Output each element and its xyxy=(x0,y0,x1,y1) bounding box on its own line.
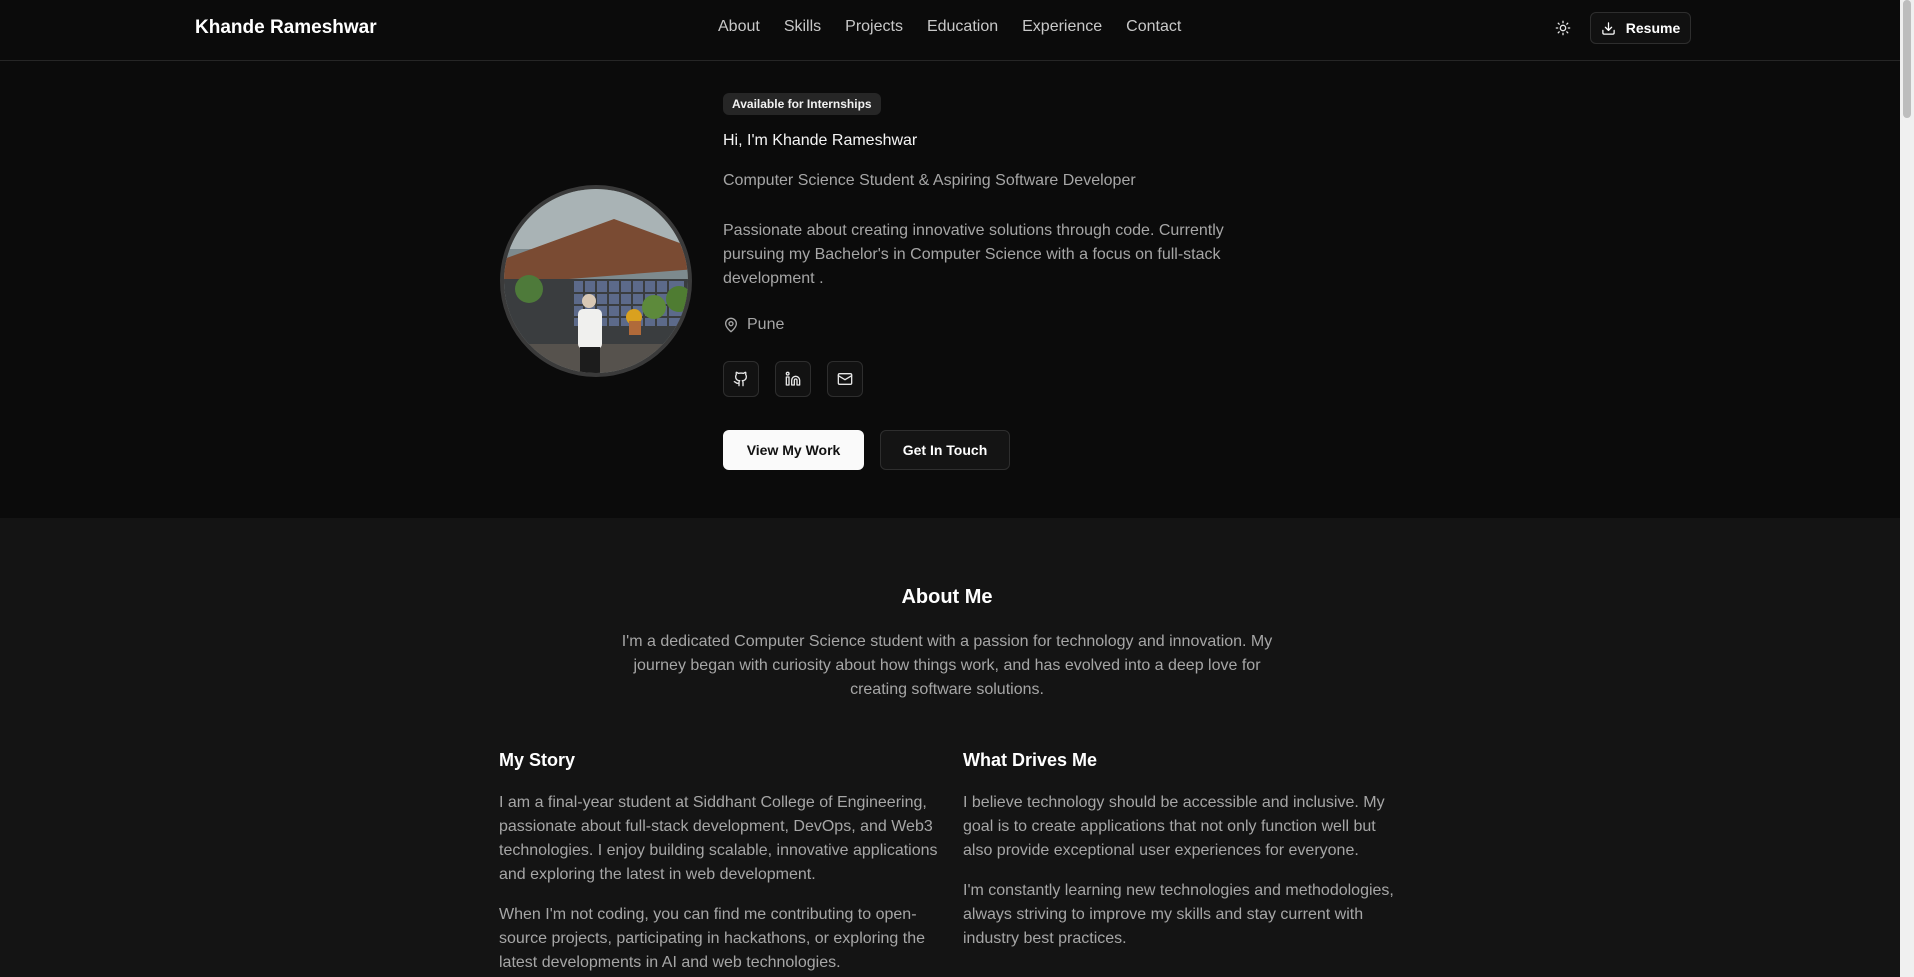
brand-name[interactable]: Khande Rameshwar xyxy=(195,17,377,39)
what-drives-me-paragraph-2: I'm constantly learning new technologies… xyxy=(963,882,1394,947)
view-my-work-button[interactable]: View My Work xyxy=(723,430,864,470)
about-section: About Me I'm a dedicated Computer Scienc… xyxy=(0,518,1900,977)
location-text: Pune xyxy=(747,316,785,333)
nav-link-skills[interactable]: Skills xyxy=(784,18,821,36)
mail-icon xyxy=(837,373,853,385)
profile-photo xyxy=(500,185,692,377)
get-in-touch-button[interactable]: Get In Touch xyxy=(880,430,1010,470)
theme-toggle-button[interactable] xyxy=(1551,16,1575,40)
nav-links: About Skills Projects Education Experien… xyxy=(718,18,1205,36)
nav-link-about[interactable]: About xyxy=(718,18,760,36)
linkedin-link[interactable] xyxy=(775,361,811,397)
about-title: About Me xyxy=(901,586,993,608)
linkedin-icon xyxy=(785,371,801,386)
nav-link-projects[interactable]: Projects xyxy=(845,18,903,36)
hero-role: Computer Science Student & Aspiring Soft… xyxy=(723,172,1136,189)
download-icon xyxy=(1602,21,1615,35)
my-story-paragraph-2: When I'm not coding, you can find me con… xyxy=(499,906,926,971)
vertical-scrollbar[interactable] xyxy=(1900,0,1914,977)
hero-greeting: Hi, I'm Khande Rameshwar xyxy=(723,132,918,149)
my-story-paragraph-1: I am a final-year student at Siddhant Co… xyxy=(499,794,938,883)
availability-badge: Available for Internships xyxy=(723,93,881,115)
sun-icon xyxy=(1555,20,1571,36)
github-icon xyxy=(733,371,748,387)
nav-link-experience[interactable]: Experience xyxy=(1022,18,1102,36)
hero-description: Passionate about creating innovative sol… xyxy=(723,222,1224,287)
github-link[interactable] xyxy=(723,361,759,397)
nav-link-education[interactable]: Education xyxy=(927,18,998,36)
resume-label: Resume xyxy=(1625,20,1681,36)
what-drives-me-title: What Drives Me xyxy=(963,750,1098,770)
what-drives-me-column: What Drives Me I believe technology shou… xyxy=(963,750,1403,967)
my-story-column: My Story I am a final-year student at Si… xyxy=(499,750,939,977)
resume-button[interactable]: Resume xyxy=(1590,12,1691,44)
nav-link-contact[interactable]: Contact xyxy=(1126,18,1181,36)
what-drives-me-paragraph-1: I believe technology should be accessibl… xyxy=(963,794,1385,859)
my-story-title: My Story xyxy=(499,750,576,770)
location: Pune xyxy=(723,316,784,334)
scrollbar-thumb[interactable] xyxy=(1903,0,1911,118)
email-link[interactable] xyxy=(827,361,863,397)
about-intro: I'm a dedicated Computer Science student… xyxy=(621,633,1273,698)
top-navbar: Khande Rameshwar About Skills Projects E… xyxy=(0,0,1900,61)
map-pin-icon xyxy=(725,317,737,333)
hero-section: Available for Internships Hi, I'm Khande… xyxy=(0,62,1900,518)
social-links xyxy=(723,361,863,397)
